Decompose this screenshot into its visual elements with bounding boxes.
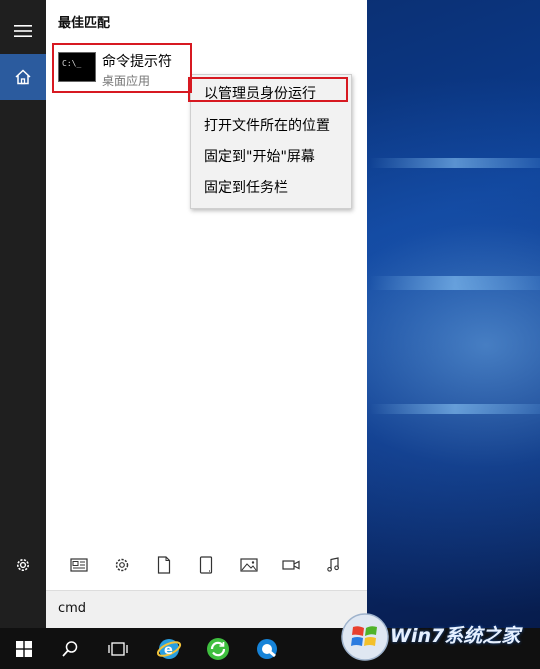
filter-music-button[interactable]: [320, 551, 348, 579]
search-button[interactable]: [46, 628, 94, 669]
browser-refresh-icon: [207, 637, 229, 660]
search-input-value: cmd: [58, 601, 87, 616]
svg-text:e: e: [164, 643, 173, 658]
task-view-icon: [108, 641, 128, 656]
menu-item-run-as-admin[interactable]: 以管理员身份运行: [204, 83, 316, 103]
filter-settings-button[interactable]: [108, 551, 136, 579]
taskbar-app-ie[interactable]: e: [145, 628, 193, 669]
filter-videos-button[interactable]: [277, 551, 305, 579]
document-icon: [157, 556, 171, 574]
menu-item-pin-to-start[interactable]: 固定到"开始"屏幕: [204, 146, 315, 166]
hamburger-icon: [14, 25, 32, 37]
video-icon: [282, 560, 300, 570]
wallpaper-light-beam: [370, 158, 540, 168]
app-name: 命令提示符: [102, 54, 172, 70]
filter-photos-button[interactable]: [235, 551, 263, 579]
tablet-icon: [200, 556, 213, 574]
menu-item-pin-to-taskbar[interactable]: 固定到任务栏: [204, 177, 288, 197]
app-ring-icon: [257, 638, 277, 659]
menu-item-open-file-location[interactable]: 打开文件所在的位置: [204, 115, 330, 135]
home-icon: [15, 69, 31, 85]
taskbar-app-cortana[interactable]: [243, 628, 291, 669]
filter-news-button[interactable]: [65, 551, 93, 579]
windows-7-orb-icon: [341, 613, 389, 661]
settings-icon: [115, 558, 128, 572]
filter-apps-button[interactable]: [192, 551, 220, 579]
app-type: 桌面应用: [102, 74, 151, 88]
taskbar-app-browser[interactable]: [194, 628, 242, 669]
settings-button[interactable]: [0, 542, 46, 588]
gear-icon: [17, 559, 29, 571]
best-match-item-command-prompt[interactable]: C:\_ 命令提示符 桌面应用: [52, 44, 192, 94]
task-view-button[interactable]: [94, 628, 142, 669]
command-prompt-icon: C:\_: [58, 52, 96, 82]
photo-icon: [240, 558, 258, 572]
music-icon: [326, 557, 339, 572]
search-input[interactable]: cmd: [46, 590, 367, 628]
search-icon: [62, 640, 78, 657]
wallpaper-light-beam: [370, 404, 540, 414]
section-title: 最佳匹配: [58, 16, 111, 31]
start-button[interactable]: [0, 628, 48, 669]
news-icon: [70, 558, 88, 572]
search-filter-bar: [46, 542, 367, 588]
command-prompt-icon-text: C:\_: [62, 59, 82, 68]
windows-logo-icon: [16, 640, 32, 657]
filter-documents-button[interactable]: [150, 551, 178, 579]
context-menu: 以管理员身份运行 打开文件所在的位置 固定到"开始"屏幕 固定到任务栏: [190, 74, 352, 209]
watermark: Win7系统之家: [336, 604, 540, 669]
watermark-text: Win7系统之家: [390, 625, 521, 647]
start-menu-rail: [0, 0, 46, 628]
hamburger-menu-button[interactable]: [0, 8, 46, 54]
internet-explorer-icon: e: [156, 638, 182, 659]
wallpaper-light-beam: [370, 276, 540, 290]
home-button[interactable]: [0, 54, 46, 100]
